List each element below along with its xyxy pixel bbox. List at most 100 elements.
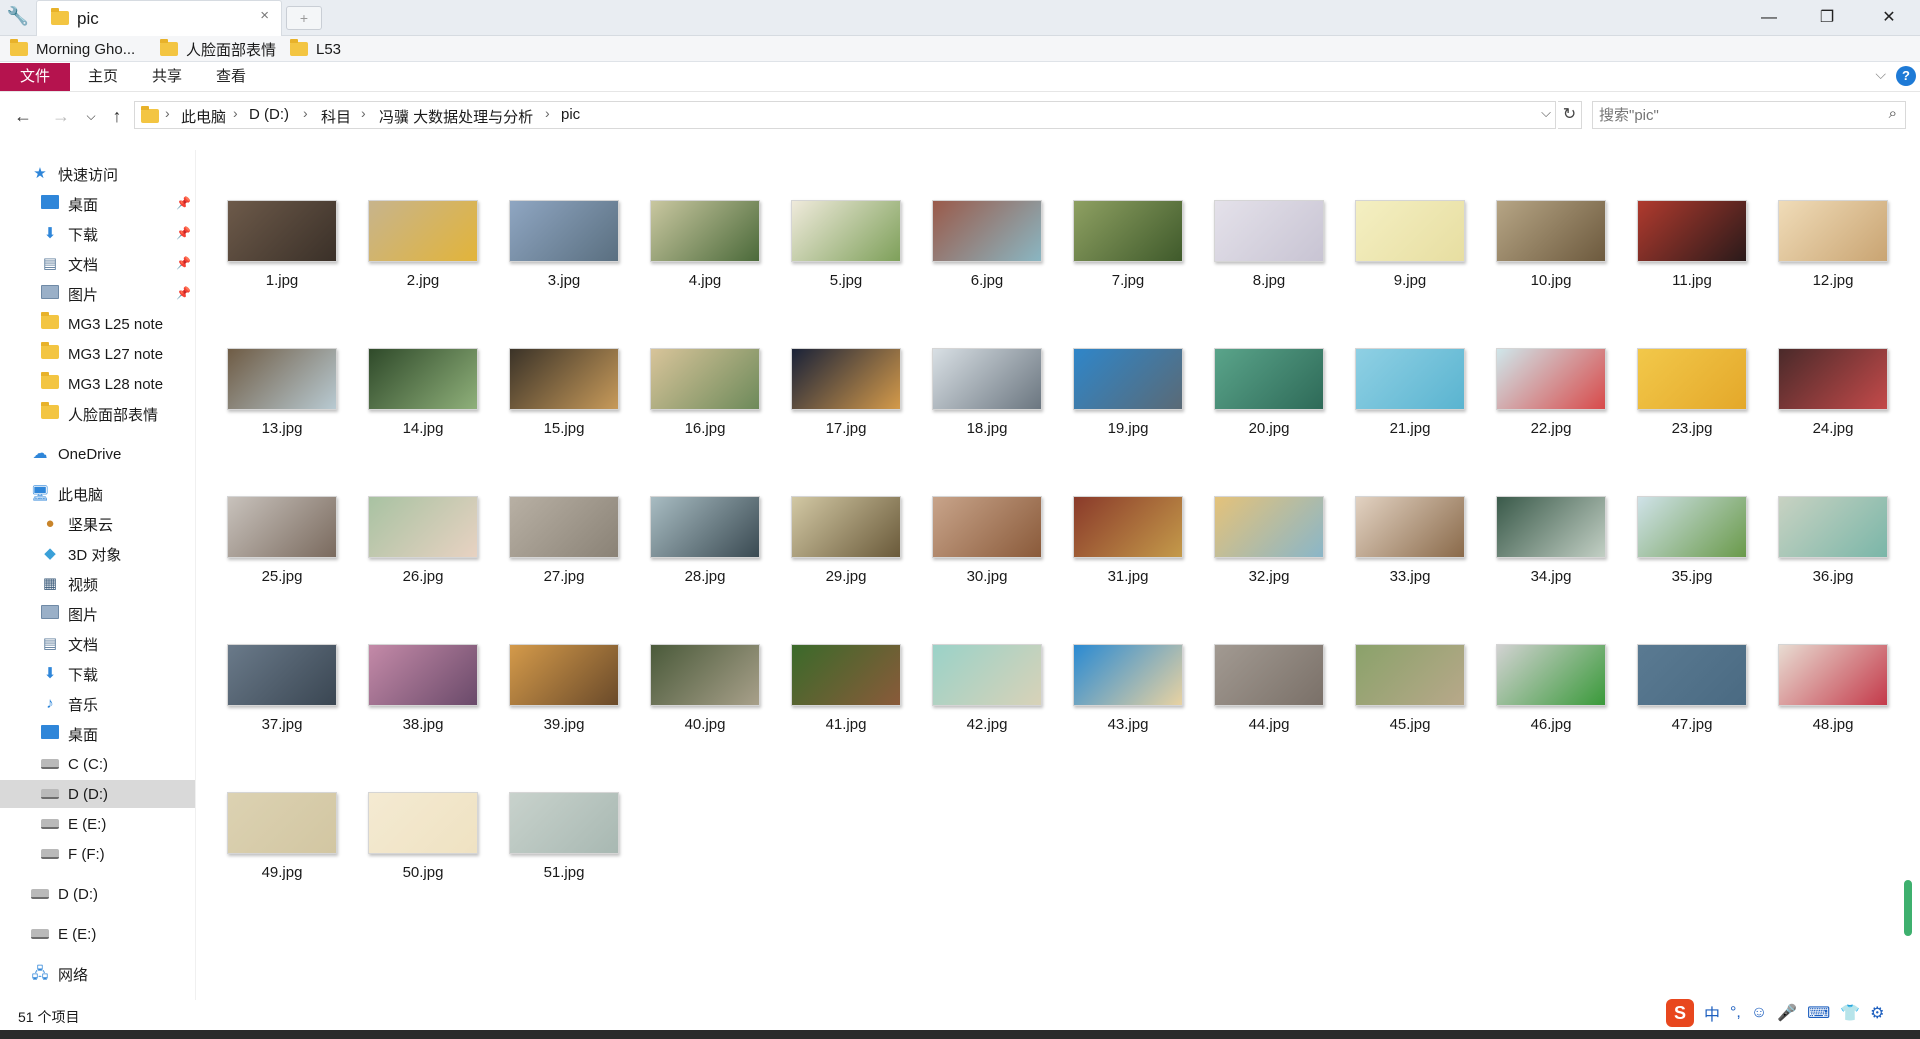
file-item[interactable]: 11.jpg [1617, 200, 1747, 320]
sidebar-item-drive-d[interactable]: D (D:) [0, 780, 195, 808]
file-item[interactable]: 9.jpg [1335, 200, 1465, 320]
file-item[interactable]: 2.jpg [348, 200, 478, 320]
file-item[interactable]: 48.jpg [1758, 644, 1888, 764]
file-item[interactable]: 29.jpg [771, 496, 901, 616]
file-item[interactable]: 49.jpg [207, 792, 337, 912]
sidebar-item-drive-f[interactable]: F (F:) [0, 840, 195, 868]
file-item[interactable]: 45.jpg [1335, 644, 1465, 764]
sidebar-item-pictures-pc[interactable]: 图片 [0, 600, 195, 628]
search-icon[interactable]: ⌕ [1889, 105, 1897, 122]
pin-icon[interactable]: 📌 [176, 256, 191, 270]
sogou-logo-icon[interactable]: S [1666, 999, 1694, 1027]
sidebar-item-3d-objects[interactable]: ◆ 3D 对象 [0, 540, 195, 568]
file-item[interactable]: 51.jpg [489, 792, 619, 912]
file-item[interactable]: 24.jpg [1758, 348, 1888, 468]
ime-mode-toggle[interactable]: 中 [1704, 1001, 1720, 1025]
sidebar-item-downloads[interactable]: ⬇ 下载 📌 [0, 220, 195, 248]
file-item[interactable]: 12.jpg [1758, 200, 1888, 320]
new-tab-button[interactable]: + [286, 6, 322, 30]
search-input[interactable] [1599, 105, 1869, 125]
file-item[interactable]: 5.jpg [771, 200, 901, 320]
file-item[interactable]: 38.jpg [348, 644, 478, 764]
tab-pic[interactable]: pic × [36, 0, 282, 36]
tab-share[interactable]: 共享 [152, 63, 182, 91]
sidebar-item-mg3-l27[interactable]: MG3 L27 note [0, 340, 195, 368]
search-box[interactable]: ⌕ [1592, 101, 1906, 129]
sidebar-item-pictures[interactable]: 图片 📌 [0, 280, 195, 308]
breadcrumb-this-pc[interactable]: 此电脑 [181, 106, 226, 127]
file-item[interactable]: 41.jpg [771, 644, 901, 764]
file-item[interactable]: 18.jpg [912, 348, 1042, 468]
sidebar-this-pc[interactable]: 🖥 此电脑 [0, 480, 195, 508]
file-item[interactable]: 15.jpg [489, 348, 619, 468]
chevron-down-icon[interactable]: ⌵ [1541, 105, 1551, 121]
emoji-icon[interactable]: ☺ [1751, 1004, 1767, 1022]
file-item[interactable]: 13.jpg [207, 348, 337, 468]
bookmark-face-expression[interactable]: 人脸面部表情 [160, 38, 276, 60]
keyboard-icon[interactable]: ⌨ [1807, 1003, 1830, 1023]
sidebar-item-videos[interactable]: ▦ 视频 [0, 570, 195, 598]
bookmark-morning-ghost[interactable]: Morning Gho... [10, 38, 135, 60]
pin-icon[interactable]: 📌 [176, 226, 191, 240]
file-item[interactable]: 50.jpg [348, 792, 478, 912]
back-button[interactable]: ← [12, 104, 34, 128]
sidebar-item-downloads-pc[interactable]: ⬇ 下载 [0, 660, 195, 688]
file-item[interactable]: 21.jpg [1335, 348, 1465, 468]
file-item[interactable]: 44.jpg [1194, 644, 1324, 764]
file-item[interactable]: 40.jpg [630, 644, 760, 764]
file-item[interactable]: 30.jpg [912, 496, 1042, 616]
expand-ribbon-icon[interactable]: ⌵ [1875, 66, 1886, 83]
file-item[interactable]: 1.jpg [207, 200, 337, 320]
sidebar-item-mg3-l25[interactable]: MG3 L25 note [0, 310, 195, 338]
file-item[interactable]: 8.jpg [1194, 200, 1324, 320]
file-item[interactable]: 32.jpg [1194, 496, 1324, 616]
file-item[interactable]: 42.jpg [912, 644, 1042, 764]
sidebar-item-drive-e[interactable]: E (E:) [0, 810, 195, 838]
sidebar-network[interactable]: 🖧 网络 [0, 960, 195, 988]
file-item[interactable]: 37.jpg [207, 644, 337, 764]
settings-icon[interactable]: ⚙ [1870, 1003, 1884, 1023]
help-icon[interactable]: ? [1896, 66, 1916, 86]
sidebar-item-music[interactable]: ♪ 音乐 [0, 690, 195, 718]
file-item[interactable]: 6.jpg [912, 200, 1042, 320]
breadcrumb-course[interactable]: 冯骥 大数据处理与分析 [379, 106, 533, 127]
sidebar-item-documents-pc[interactable]: ▤ 文档 [0, 630, 195, 658]
recent-locations-icon[interactable]: ⌵ [80, 104, 102, 128]
forward-button[interactable]: → [50, 104, 72, 128]
sidebar-drive-d-root[interactable]: D (D:) [0, 880, 195, 908]
file-item[interactable]: 4.jpg [630, 200, 760, 320]
ime-punctuation-toggle[interactable]: °, [1730, 1004, 1741, 1022]
sidebar-item-desktop[interactable]: 桌面 📌 [0, 190, 195, 218]
tab-close-icon[interactable]: × [260, 7, 269, 24]
file-item[interactable]: 23.jpg [1617, 348, 1747, 468]
file-menu-button[interactable]: 文件 [0, 63, 70, 91]
file-item[interactable]: 31.jpg [1053, 496, 1183, 616]
wrench-icon[interactable]: 🔧 [6, 4, 30, 28]
file-item[interactable]: 3.jpg [489, 200, 619, 320]
breadcrumb-pic[interactable]: pic [561, 106, 580, 123]
skin-icon[interactable]: 👕 [1840, 1003, 1860, 1023]
breadcrumb-subjects[interactable]: 科目 [321, 106, 351, 127]
restore-button[interactable]: ❐ [1800, 4, 1854, 32]
pin-icon[interactable]: 📌 [176, 196, 191, 210]
tab-home[interactable]: 主页 [88, 63, 118, 91]
scrollbar-thumb[interactable] [1904, 880, 1912, 936]
sidebar-item-desktop-pc[interactable]: 桌面 [0, 720, 195, 748]
address-bar[interactable]: › 此电脑 › D (D:) › 科目 › 冯骥 大数据处理与分析 › pic … [134, 101, 1556, 129]
file-item[interactable]: 17.jpg [771, 348, 901, 468]
file-item[interactable]: 16.jpg [630, 348, 760, 468]
sidebar-item-mg3-l28[interactable]: MG3 L28 note [0, 370, 195, 398]
file-item[interactable]: 7.jpg [1053, 200, 1183, 320]
pin-icon[interactable]: 📌 [176, 286, 191, 300]
microphone-icon[interactable]: 🎤 [1777, 1003, 1797, 1023]
sidebar-onedrive[interactable]: ☁ OneDrive [0, 440, 195, 468]
file-item[interactable]: 33.jpg [1335, 496, 1465, 616]
file-item[interactable]: 28.jpg [630, 496, 760, 616]
sidebar-item-drive-c[interactable]: C (C:) [0, 750, 195, 778]
file-item[interactable]: 10.jpg [1476, 200, 1606, 320]
file-item[interactable]: 20.jpg [1194, 348, 1324, 468]
up-button[interactable]: ↑ [106, 104, 128, 128]
sidebar-item-face-expression[interactable]: 人脸面部表情 [0, 400, 195, 428]
file-item[interactable]: 26.jpg [348, 496, 478, 616]
file-item[interactable]: 46.jpg [1476, 644, 1606, 764]
